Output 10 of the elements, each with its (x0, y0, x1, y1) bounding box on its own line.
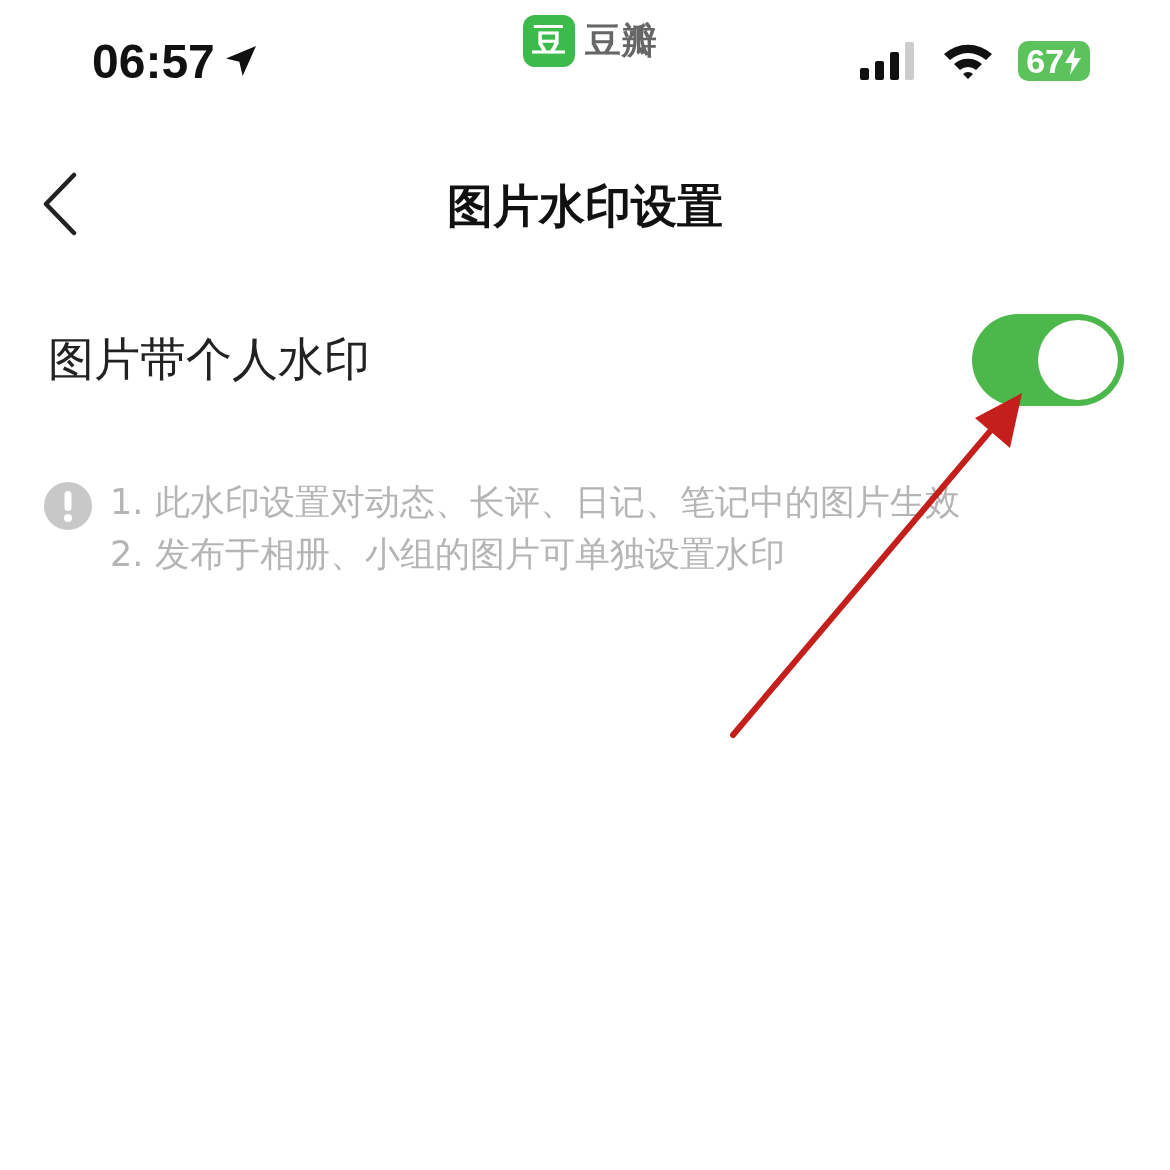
app-icon: 豆 (523, 15, 576, 67)
back-icon[interactable] (42, 172, 78, 236)
app-name: 豆瓣 (585, 18, 658, 63)
info-icon (44, 482, 92, 530)
status-time: 06:57 (92, 33, 215, 89)
setting-label: 图片带个人水印 (48, 331, 370, 388)
note-text: 2. 发布于相册、小组的图片可单独设置水印 (110, 533, 786, 576)
battery-icon: 67 (1018, 41, 1090, 81)
wifi-icon (942, 42, 995, 80)
page-title: 图片水印设置 (447, 178, 723, 235)
